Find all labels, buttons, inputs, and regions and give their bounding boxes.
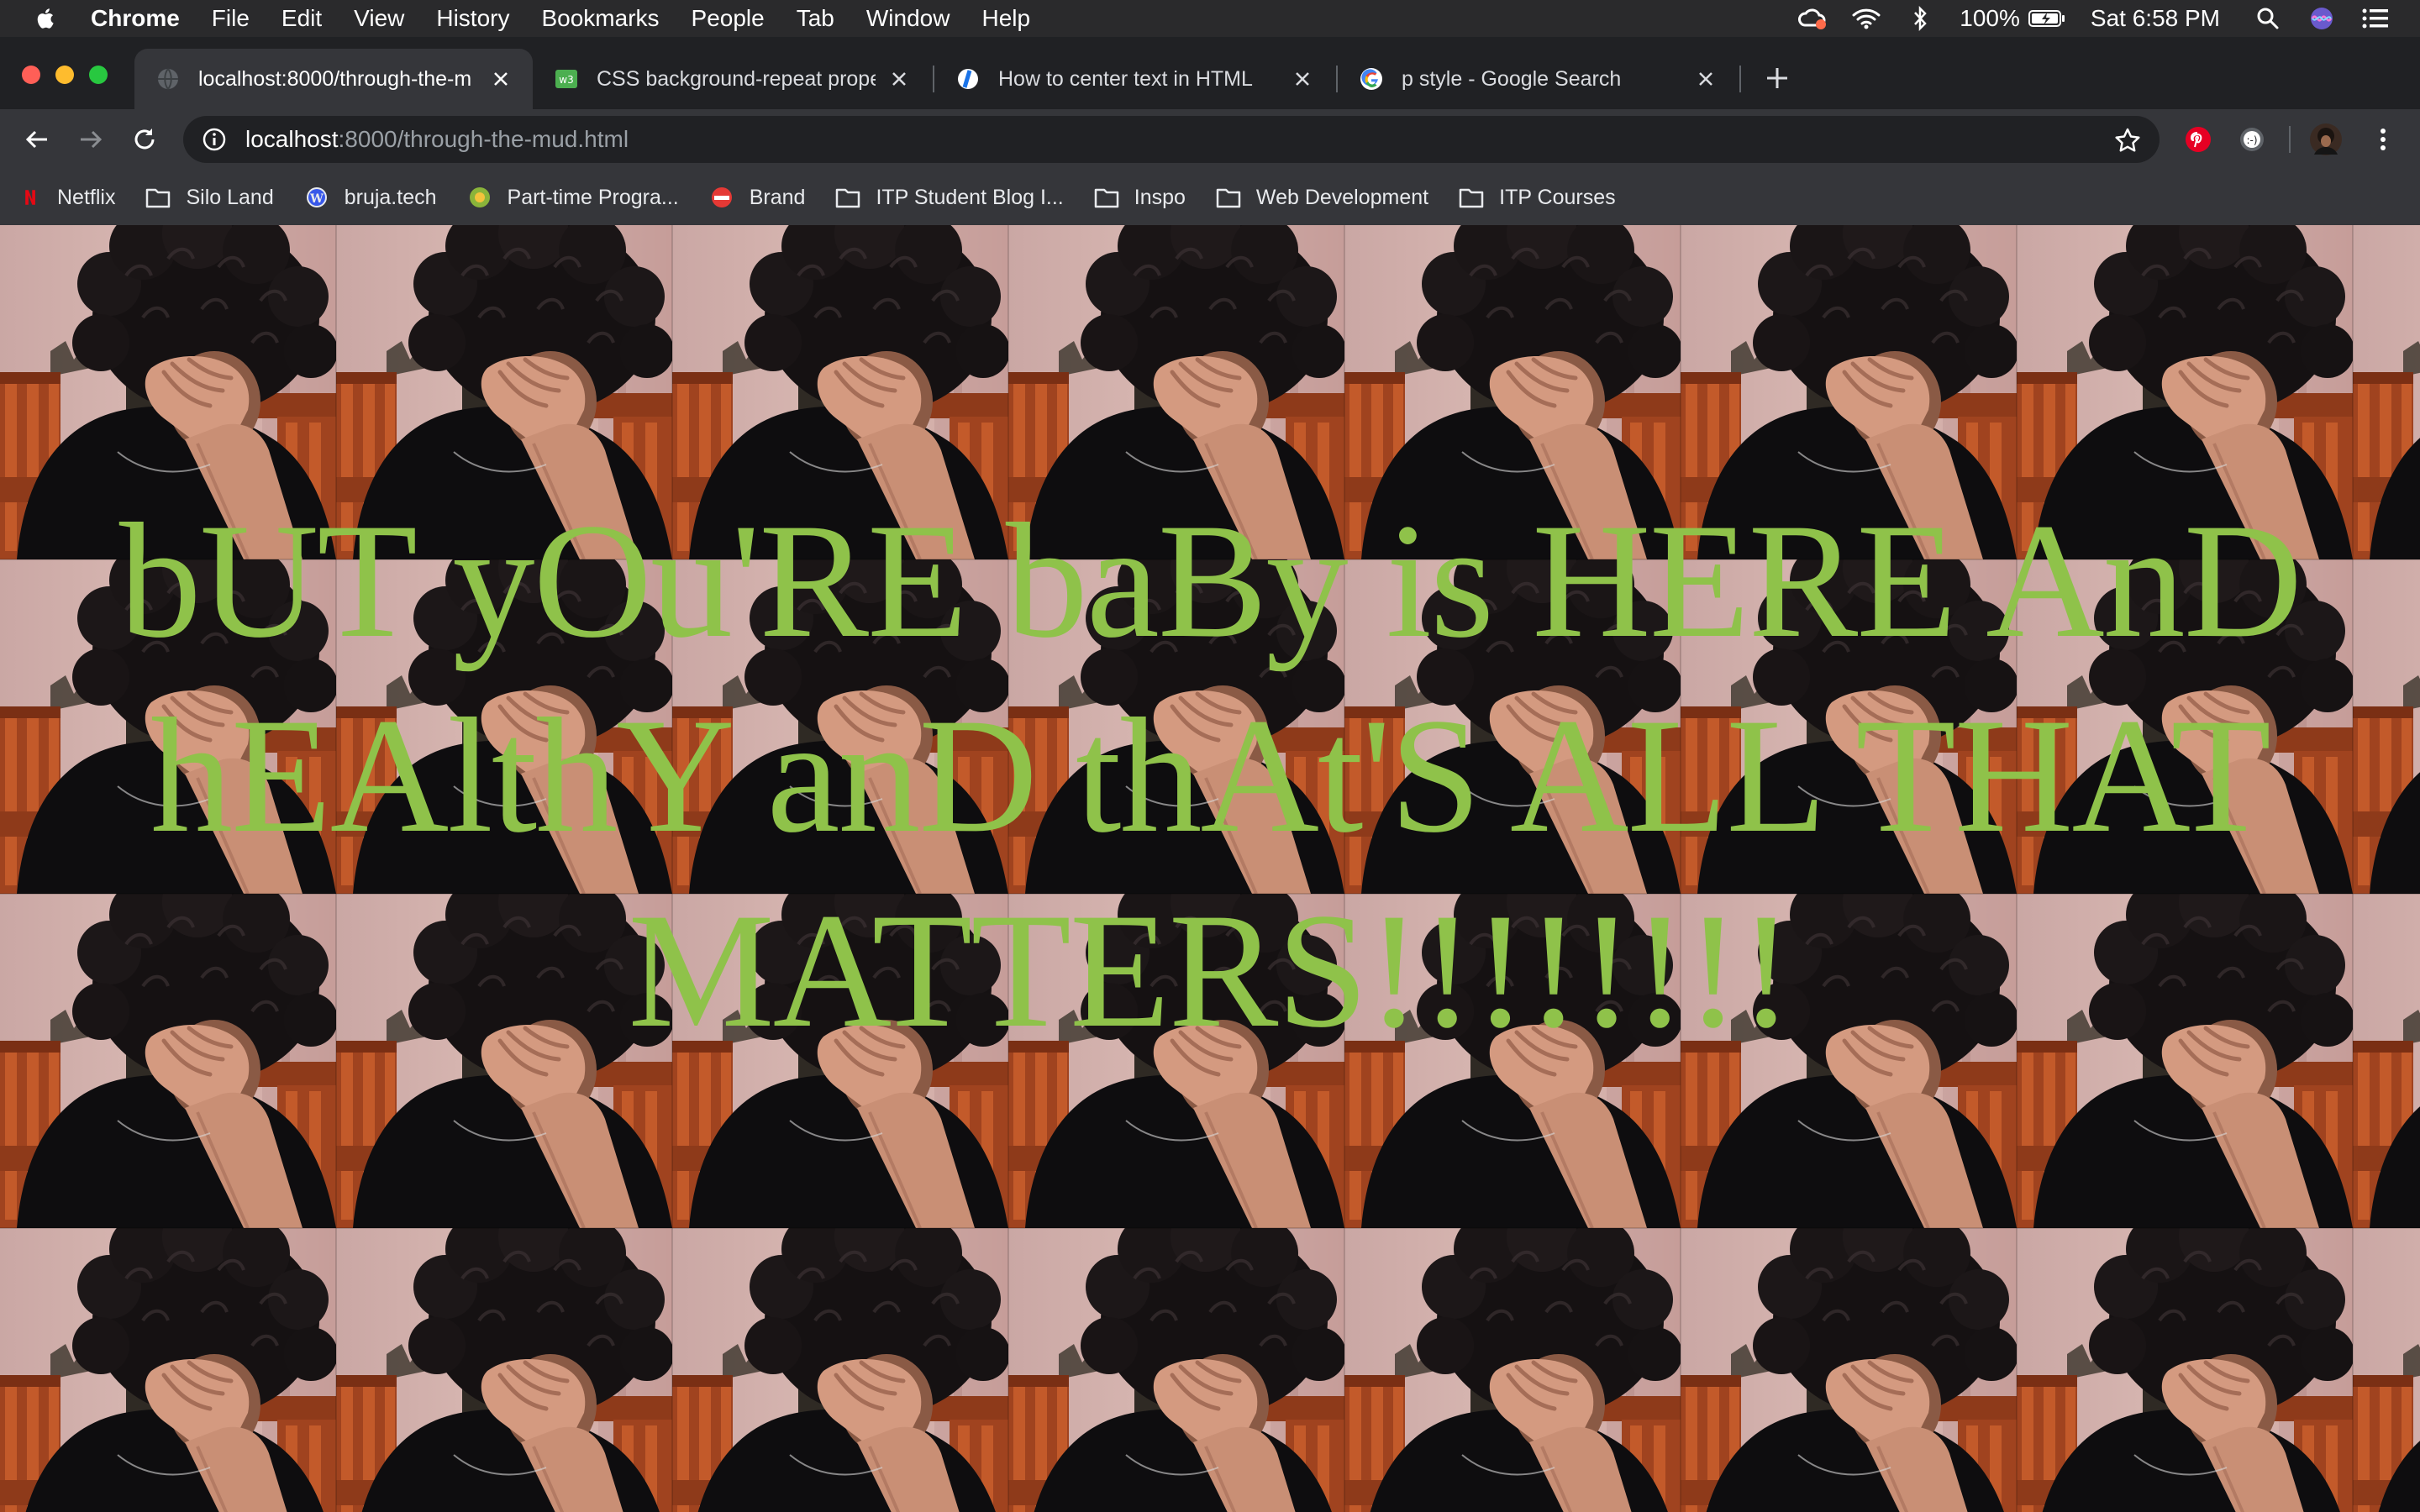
profile-avatar[interactable] <box>2309 123 2343 156</box>
brand-icon <box>711 187 732 207</box>
more-menu-icon[interactable] <box>2366 123 2400 156</box>
address-bar[interactable]: localhost:8000/through-the-mud.html <box>183 116 2160 163</box>
new-tab-icon[interactable] <box>1763 64 1791 92</box>
menu-bookmarks[interactable]: Bookmarks <box>541 5 659 32</box>
folder-icon <box>1094 188 1118 208</box>
spotlight-search-icon[interactable] <box>2254 4 2282 33</box>
tab-title: p style - Google Search <box>1402 66 1622 91</box>
window-minimize-button[interactable] <box>55 66 74 84</box>
apple-icon[interactable] <box>34 6 59 31</box>
pinterest-icon[interactable] <box>2181 123 2215 156</box>
tab-strip: localhost:8000/through-the-m w3 CSS back… <box>0 37 2420 109</box>
bookmark-itp-courses[interactable]: ITP Courses <box>1459 185 1616 210</box>
tab-title: localhost:8000/through-the-m <box>198 66 472 91</box>
url-host: localhost <box>245 126 339 152</box>
svg-text:w3: w3 <box>559 74 573 86</box>
bookmark-label: Silo Land <box>186 185 274 209</box>
tab-localhost[interactable]: localhost:8000/through-the-m <box>134 49 533 109</box>
close-tab-icon[interactable] <box>1696 69 1716 89</box>
menu-history[interactable]: History <box>436 5 509 32</box>
bookmark-label: Part-time Progra... <box>507 185 679 209</box>
bookmark-star-icon[interactable] <box>2114 127 2141 154</box>
close-tab-icon[interactable] <box>491 69 511 89</box>
web-page-viewport[interactable]: bUT yOu'RE baBy is HERE AnD hEAlthY anD … <box>0 225 2420 1512</box>
folder-icon <box>836 188 860 208</box>
bluetooth-icon[interactable] <box>1906 4 1934 33</box>
bookmark-silo-land[interactable]: Silo Land <box>145 185 274 210</box>
bookmark-bruja-tech[interactable]: W bruja.tech <box>304 186 437 210</box>
headline-text: bUT yOu'RE baBy is HERE AnD hEAlthY anD … <box>118 490 2303 1062</box>
folder-icon <box>146 188 171 208</box>
codegrepper-icon <box>958 69 978 89</box>
battery-percent: 100% <box>1960 5 2020 31</box>
browser-toolbar: localhost:8000/through-the-mud.html :-) <box>0 109 2420 170</box>
bookmark-part-time-programs[interactable]: Part-time Progra... <box>467 186 679 210</box>
bookmark-itp-student-blog[interactable]: ITP Student Blog I... <box>835 185 1064 210</box>
folder-icon <box>1216 188 1241 208</box>
close-tab-icon[interactable] <box>889 69 909 89</box>
google-icon <box>1360 68 1382 90</box>
siri-icon[interactable] <box>2307 4 2336 33</box>
folder-icon <box>1459 188 1484 208</box>
tab-google-search[interactable]: p style - Google Search <box>1338 49 1738 109</box>
tab-title: How to center text in HTML <box>998 66 1253 91</box>
svg-text::-): :-) <box>2246 134 2257 146</box>
wifi-icon[interactable] <box>1852 4 1881 33</box>
bookmark-brand[interactable]: Brand <box>709 185 806 210</box>
menu-tab[interactable]: Tab <box>797 5 834 32</box>
menu-file[interactable]: File <box>212 5 250 32</box>
wordpress-icon: W <box>306 187 327 207</box>
menubar-clock[interactable]: Sat 6:58 PM <box>2091 5 2220 32</box>
bookmark-label: Brand <box>749 185 806 209</box>
menu-window[interactable]: Window <box>866 5 950 32</box>
netflix-icon <box>25 190 35 205</box>
bookmark-label: Web Development <box>1255 185 1429 209</box>
menu-app-name[interactable]: Chrome <box>91 5 180 32</box>
bookmark-netflix[interactable]: Netflix <box>24 186 115 210</box>
forward-arrow-icon[interactable] <box>76 124 106 155</box>
url-text: localhost:8000/through-the-mud.html <box>245 126 629 153</box>
creative-cloud-icon[interactable] <box>1798 4 1827 33</box>
tab-css-background-repeat[interactable]: w3 CSS background-repeat prope <box>533 49 931 109</box>
globe-icon <box>158 68 178 90</box>
reload-icon[interactable] <box>129 124 160 155</box>
tab-separator <box>1739 66 1741 92</box>
bookmark-label: Inspo <box>1134 185 1186 209</box>
back-arrow-icon[interactable] <box>22 124 52 155</box>
close-tab-icon[interactable] <box>1292 69 1313 89</box>
tab-title: CSS background-repeat prope <box>597 66 876 91</box>
menu-help[interactable]: Help <box>981 5 1030 32</box>
extension-icon[interactable]: :-) <box>2235 123 2269 156</box>
url-path: :8000/through-the-mud.html <box>338 126 629 152</box>
w3schools-icon: w3 <box>555 70 577 88</box>
window-zoom-button[interactable] <box>89 66 108 84</box>
svg-text:W: W <box>309 192 324 206</box>
site-icon <box>469 187 490 207</box>
bookmark-label: ITP Student Blog I... <box>876 185 1064 209</box>
bookmarks-bar: Netflix Silo Land W bruja.tech Part-time… <box>0 170 2420 227</box>
menu-edit[interactable]: Edit <box>281 5 322 32</box>
macos-menu-bar: Chrome File Edit View History Bookmarks … <box>0 0 2420 37</box>
tab-center-text[interactable]: How to center text in HTML <box>934 49 1334 109</box>
battery-icon[interactable] <box>2028 4 2065 33</box>
bookmark-label: bruja.tech <box>344 185 437 209</box>
menu-people[interactable]: People <box>692 5 765 32</box>
toolbar-divider <box>2289 126 2291 153</box>
window-close-button[interactable] <box>22 66 40 84</box>
bookmark-label: ITP Courses <box>1499 185 1616 209</box>
menu-view[interactable]: View <box>354 5 404 32</box>
bookmark-inspo[interactable]: Inspo <box>1094 186 1186 210</box>
bookmark-web-development[interactable]: Web Development <box>1216 186 1428 210</box>
bookmark-label: Netflix <box>57 185 116 209</box>
site-info-icon[interactable] <box>202 127 227 152</box>
notification-center-icon[interactable] <box>2361 4 2390 33</box>
